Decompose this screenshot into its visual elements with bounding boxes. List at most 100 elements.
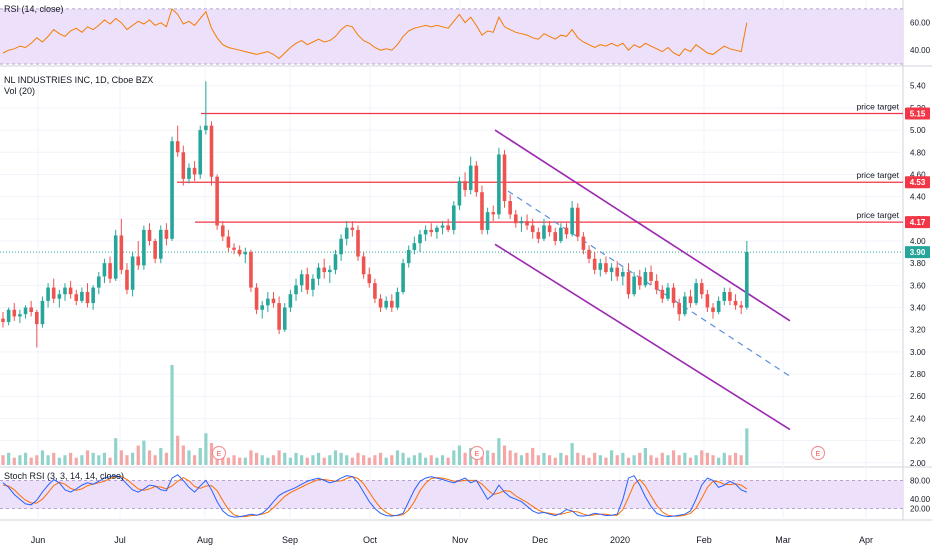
candle-body	[423, 229, 428, 235]
volume-bar	[593, 452, 597, 465]
volume-bar	[514, 452, 518, 465]
volume-bar	[717, 457, 721, 465]
candle-body	[271, 298, 276, 304]
volume-bar	[542, 452, 546, 465]
candle-body	[547, 225, 552, 233]
volume-bar	[7, 452, 11, 465]
volume-bar	[18, 455, 22, 465]
volume-bar	[407, 457, 411, 465]
volume-bar	[97, 455, 101, 465]
earnings-marker-label: E	[816, 451, 821, 458]
volume-bar	[576, 452, 580, 465]
candle-body	[384, 300, 388, 308]
volume-bar	[564, 455, 569, 465]
rsi-pane-title[interactable]: RSI (14, close)	[4, 4, 64, 14]
volume-bar	[300, 455, 304, 465]
candle-body	[570, 207, 574, 235]
candle-body	[68, 287, 73, 295]
candle-body	[226, 236, 231, 248]
volume-bar	[85, 450, 90, 465]
candle-body	[237, 249, 242, 255]
candle-body	[587, 249, 591, 259]
volume-bar	[581, 455, 586, 465]
candle-body	[367, 274, 372, 284]
volume-bar	[232, 455, 236, 465]
volume-bar	[452, 450, 456, 465]
volume-bar	[643, 447, 647, 465]
volume-bar	[102, 452, 107, 465]
volume-pane-title[interactable]: Vol (20)	[4, 86, 35, 96]
candle-body	[542, 225, 546, 239]
candle-body	[508, 201, 512, 215]
candle-body	[158, 229, 163, 259]
candle-body	[328, 269, 332, 273]
volume-bar	[621, 452, 625, 465]
candle-body	[350, 227, 355, 230]
x-tick-label: Apr	[859, 535, 873, 545]
volume-bar	[328, 455, 332, 465]
volume-bar	[491, 452, 495, 465]
candle-body	[699, 283, 704, 295]
candle-body	[575, 207, 580, 237]
volume-bar	[187, 450, 191, 465]
volume-bar	[745, 428, 749, 465]
price-axis-tick: 3.00	[910, 348, 926, 357]
candle-body	[401, 263, 405, 293]
candle-body	[643, 272, 648, 286]
candle-body	[322, 267, 326, 273]
candle-body	[373, 283, 377, 299]
candle-body	[299, 274, 304, 286]
volume-bar	[390, 455, 394, 465]
rsi-axis-tick: 60.00	[910, 19, 931, 28]
volume-bar	[525, 452, 529, 465]
candle-body	[51, 287, 56, 299]
candle-body	[119, 235, 124, 270]
volume-bar	[626, 457, 631, 465]
volume-bar	[266, 457, 270, 465]
volume-bar	[660, 452, 664, 465]
volume-bar	[170, 365, 174, 465]
volume-bar	[159, 447, 163, 465]
volume-bar	[457, 445, 462, 465]
volume-bar	[283, 452, 287, 465]
candle-body	[440, 225, 445, 228]
stoch-pane-title[interactable]: Stoch RSI (3, 3, 14, 14, close)	[4, 471, 124, 481]
candle-body	[215, 176, 219, 226]
x-tick-label: Dec	[532, 535, 549, 545]
candle-body	[654, 280, 659, 290]
price-axis-tick: 5.00	[910, 126, 926, 135]
main-pane-title[interactable]: NL INDUSTRIES INC, 1D, Cboe BZX	[4, 75, 153, 85]
candle-body	[485, 212, 490, 230]
volume-bar	[649, 455, 653, 465]
candle-body	[705, 294, 710, 308]
candle-body	[468, 165, 473, 190]
x-tick-label: Oct	[363, 535, 378, 545]
price-axis-tick: 3.80	[910, 259, 926, 268]
chart-root: Jun Jul Aug Sep Oct Nov Dec 2020 Feb Mar Apr 2.00 2.…	[0, 0, 932, 550]
volume-bar	[294, 452, 298, 465]
last-price-badge-text: 3.90	[910, 248, 926, 257]
volume-bar	[367, 457, 371, 465]
candle-body	[513, 214, 518, 224]
candle-body	[553, 232, 558, 241]
volume-bar	[204, 433, 208, 465]
candle-body	[598, 263, 603, 270]
volume-bar	[131, 452, 135, 465]
price-axis-tick: 2.80	[910, 370, 926, 379]
candle-body	[418, 234, 422, 244]
volume-bar	[226, 457, 230, 465]
candle-body	[23, 307, 28, 315]
volume-bar	[666, 455, 670, 465]
volume-bar	[728, 455, 732, 465]
candle-body	[361, 256, 366, 275]
volume-bar	[486, 450, 490, 465]
candle-body	[80, 292, 84, 301]
volume-bar	[136, 445, 140, 465]
candle-body	[378, 298, 383, 308]
volume-bar	[418, 452, 422, 465]
volume-bar	[74, 457, 78, 465]
volume-bar	[570, 443, 574, 465]
volume-bar	[164, 452, 169, 465]
volume-bar	[12, 457, 16, 465]
volume-bar	[384, 457, 388, 465]
